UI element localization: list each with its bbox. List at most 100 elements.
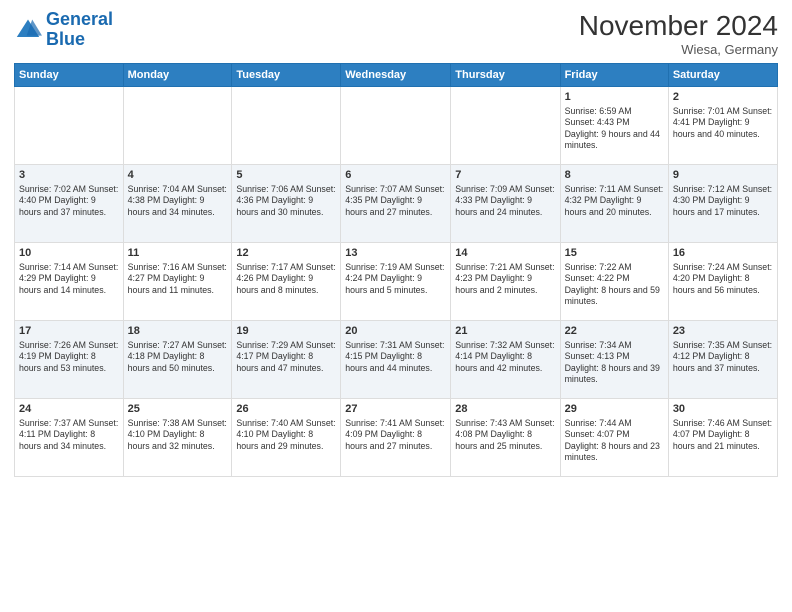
day-info: Sunrise: 7:01 AM Sunset: 4:41 PM Dayligh… — [673, 106, 773, 140]
logo-icon — [14, 16, 42, 44]
calendar-day-cell: 9Sunrise: 7:12 AM Sunset: 4:30 PM Daylig… — [668, 165, 777, 243]
day-info: Sunrise: 7:14 AM Sunset: 4:29 PM Dayligh… — [19, 262, 119, 296]
calendar-day-cell — [123, 87, 232, 165]
day-info: Sunrise: 7:22 AM Sunset: 4:22 PM Dayligh… — [565, 262, 664, 308]
day-number: 15 — [565, 246, 664, 261]
day-info: Sunrise: 7:04 AM Sunset: 4:38 PM Dayligh… — [128, 184, 228, 218]
day-number: 2 — [673, 90, 773, 105]
day-number: 30 — [673, 402, 773, 417]
calendar-week-row: 24Sunrise: 7:37 AM Sunset: 4:11 PM Dayli… — [15, 399, 778, 477]
calendar-day-cell: 14Sunrise: 7:21 AM Sunset: 4:23 PM Dayli… — [451, 243, 560, 321]
day-info: Sunrise: 7:37 AM Sunset: 4:11 PM Dayligh… — [19, 418, 119, 452]
day-info: Sunrise: 7:27 AM Sunset: 4:18 PM Dayligh… — [128, 340, 228, 374]
day-info: Sunrise: 7:46 AM Sunset: 4:07 PM Dayligh… — [673, 418, 773, 452]
day-number: 14 — [455, 246, 555, 261]
calendar-day-cell: 4Sunrise: 7:04 AM Sunset: 4:38 PM Daylig… — [123, 165, 232, 243]
day-number: 28 — [455, 402, 555, 417]
day-number: 17 — [19, 324, 119, 339]
logo-line1: General — [46, 9, 113, 29]
day-info: Sunrise: 7:12 AM Sunset: 4:30 PM Dayligh… — [673, 184, 773, 218]
calendar-day-header: Thursday — [451, 64, 560, 87]
day-number: 21 — [455, 324, 555, 339]
calendar-day-cell — [15, 87, 124, 165]
day-number: 11 — [128, 246, 228, 261]
day-number: 7 — [455, 168, 555, 183]
day-info: Sunrise: 7:44 AM Sunset: 4:07 PM Dayligh… — [565, 418, 664, 464]
calendar-day-cell: 18Sunrise: 7:27 AM Sunset: 4:18 PM Dayli… — [123, 321, 232, 399]
calendar-day-cell: 21Sunrise: 7:32 AM Sunset: 4:14 PM Dayli… — [451, 321, 560, 399]
day-number: 1 — [565, 90, 664, 105]
day-number: 24 — [19, 402, 119, 417]
calendar-day-cell: 29Sunrise: 7:44 AM Sunset: 4:07 PM Dayli… — [560, 399, 668, 477]
day-info: Sunrise: 7:35 AM Sunset: 4:12 PM Dayligh… — [673, 340, 773, 374]
day-info: Sunrise: 7:19 AM Sunset: 4:24 PM Dayligh… — [345, 262, 446, 296]
day-info: Sunrise: 7:40 AM Sunset: 4:10 PM Dayligh… — [236, 418, 336, 452]
day-number: 5 — [236, 168, 336, 183]
calendar-header-row: SundayMondayTuesdayWednesdayThursdayFrid… — [15, 64, 778, 87]
day-info: Sunrise: 7:07 AM Sunset: 4:35 PM Dayligh… — [345, 184, 446, 218]
day-info: Sunrise: 7:26 AM Sunset: 4:19 PM Dayligh… — [19, 340, 119, 374]
calendar-day-cell: 8Sunrise: 7:11 AM Sunset: 4:32 PM Daylig… — [560, 165, 668, 243]
day-number: 18 — [128, 324, 228, 339]
calendar-day-cell: 11Sunrise: 7:16 AM Sunset: 4:27 PM Dayli… — [123, 243, 232, 321]
day-number: 23 — [673, 324, 773, 339]
day-number: 12 — [236, 246, 336, 261]
day-info: Sunrise: 7:34 AM Sunset: 4:13 PM Dayligh… — [565, 340, 664, 386]
day-number: 13 — [345, 246, 446, 261]
day-number: 10 — [19, 246, 119, 261]
calendar-day-header: Saturday — [668, 64, 777, 87]
calendar-day-cell: 1Sunrise: 6:59 AM Sunset: 4:43 PM Daylig… — [560, 87, 668, 165]
day-number: 4 — [128, 168, 228, 183]
day-info: Sunrise: 7:31 AM Sunset: 4:15 PM Dayligh… — [345, 340, 446, 374]
day-number: 3 — [19, 168, 119, 183]
calendar-day-cell: 2Sunrise: 7:01 AM Sunset: 4:41 PM Daylig… — [668, 87, 777, 165]
day-number: 29 — [565, 402, 664, 417]
calendar-day-header: Wednesday — [341, 64, 451, 87]
day-number: 25 — [128, 402, 228, 417]
day-number: 20 — [345, 324, 446, 339]
calendar-day-header: Tuesday — [232, 64, 341, 87]
day-number: 9 — [673, 168, 773, 183]
day-info: Sunrise: 7:21 AM Sunset: 4:23 PM Dayligh… — [455, 262, 555, 296]
day-number: 8 — [565, 168, 664, 183]
calendar-day-cell: 27Sunrise: 7:41 AM Sunset: 4:09 PM Dayli… — [341, 399, 451, 477]
calendar-day-cell: 15Sunrise: 7:22 AM Sunset: 4:22 PM Dayli… — [560, 243, 668, 321]
day-info: Sunrise: 7:29 AM Sunset: 4:17 PM Dayligh… — [236, 340, 336, 374]
day-number: 6 — [345, 168, 446, 183]
calendar-day-cell: 16Sunrise: 7:24 AM Sunset: 4:20 PM Dayli… — [668, 243, 777, 321]
day-number: 22 — [565, 324, 664, 339]
calendar-day-cell: 5Sunrise: 7:06 AM Sunset: 4:36 PM Daylig… — [232, 165, 341, 243]
calendar-week-row: 10Sunrise: 7:14 AM Sunset: 4:29 PM Dayli… — [15, 243, 778, 321]
calendar-day-header: Monday — [123, 64, 232, 87]
day-info: Sunrise: 7:43 AM Sunset: 4:08 PM Dayligh… — [455, 418, 555, 452]
calendar-day-cell — [341, 87, 451, 165]
calendar-day-cell: 6Sunrise: 7:07 AM Sunset: 4:35 PM Daylig… — [341, 165, 451, 243]
calendar-day-cell — [232, 87, 341, 165]
calendar-day-cell: 30Sunrise: 7:46 AM Sunset: 4:07 PM Dayli… — [668, 399, 777, 477]
calendar-day-cell: 28Sunrise: 7:43 AM Sunset: 4:08 PM Dayli… — [451, 399, 560, 477]
page-container: General Blue November 2024 Wiesa, German… — [0, 0, 792, 612]
day-info: Sunrise: 7:24 AM Sunset: 4:20 PM Dayligh… — [673, 262, 773, 296]
day-info: Sunrise: 7:06 AM Sunset: 4:36 PM Dayligh… — [236, 184, 336, 218]
calendar-day-cell: 17Sunrise: 7:26 AM Sunset: 4:19 PM Dayli… — [15, 321, 124, 399]
logo-text: General Blue — [46, 10, 113, 50]
day-info: Sunrise: 7:41 AM Sunset: 4:09 PM Dayligh… — [345, 418, 446, 452]
day-info: Sunrise: 7:38 AM Sunset: 4:10 PM Dayligh… — [128, 418, 228, 452]
calendar-day-cell: 10Sunrise: 7:14 AM Sunset: 4:29 PM Dayli… — [15, 243, 124, 321]
day-number: 19 — [236, 324, 336, 339]
calendar-day-cell: 3Sunrise: 7:02 AM Sunset: 4:40 PM Daylig… — [15, 165, 124, 243]
calendar-day-header: Friday — [560, 64, 668, 87]
calendar-week-row: 1Sunrise: 6:59 AM Sunset: 4:43 PM Daylig… — [15, 87, 778, 165]
calendar-day-cell: 13Sunrise: 7:19 AM Sunset: 4:24 PM Dayli… — [341, 243, 451, 321]
calendar-day-cell — [451, 87, 560, 165]
calendar-day-cell: 19Sunrise: 7:29 AM Sunset: 4:17 PM Dayli… — [232, 321, 341, 399]
day-number: 27 — [345, 402, 446, 417]
calendar-day-cell: 25Sunrise: 7:38 AM Sunset: 4:10 PM Dayli… — [123, 399, 232, 477]
calendar-day-cell: 7Sunrise: 7:09 AM Sunset: 4:33 PM Daylig… — [451, 165, 560, 243]
calendar-day-cell: 12Sunrise: 7:17 AM Sunset: 4:26 PM Dayli… — [232, 243, 341, 321]
calendar-week-row: 3Sunrise: 7:02 AM Sunset: 4:40 PM Daylig… — [15, 165, 778, 243]
month-title: November 2024 — [579, 10, 778, 42]
calendar-table: SundayMondayTuesdayWednesdayThursdayFrid… — [14, 63, 778, 477]
day-number: 26 — [236, 402, 336, 417]
location: Wiesa, Germany — [579, 42, 778, 57]
